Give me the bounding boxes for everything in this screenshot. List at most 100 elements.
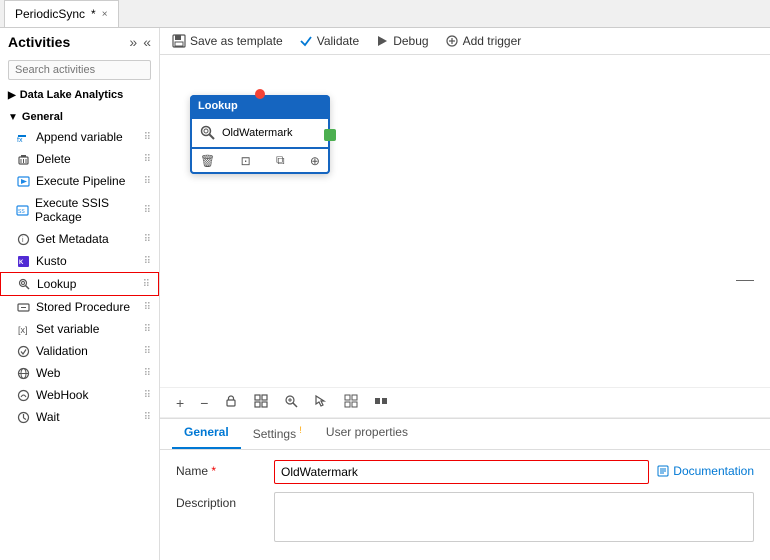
zoom-region-button[interactable] [280,392,302,413]
description-input[interactable] [274,492,754,542]
select-icon [314,394,328,408]
tab-general[interactable]: General [172,419,241,449]
sidebar: Activities » « ▶ Data Lake Analytics ▼ G… [0,28,160,560]
clone-node-icon[interactable]: ⊡ [241,154,251,168]
debug-button[interactable]: Debug [375,34,428,48]
node-actions: 🗑 ⊡ ⧉ ⊕ [190,149,330,174]
sidebar-item-delete[interactable]: Delete ⠿ [0,148,159,170]
sidebar-item-append-variable[interactable]: fx Append variable ⠿ [0,126,159,148]
grid-button[interactable] [340,392,362,413]
drag-handle: ⠿ [144,302,151,313]
svg-text:i: i [22,237,24,244]
copy-node-icon[interactable]: ⧉ [276,153,285,168]
tab-user-properties-label: User properties [326,425,408,439]
zoom-in-button[interactable]: + [172,393,188,413]
search-input[interactable] [8,60,151,80]
svg-text:K: K [19,260,24,266]
delete-icon [16,152,30,166]
sidebar-item-set-variable[interactable]: [x] Set variable ⠿ [0,318,159,340]
group-data-lake-header[interactable]: ▶ Data Lake Analytics [0,86,159,104]
snap-button[interactable] [370,392,392,413]
sidebar-item-lookup[interactable]: Lookup ⠿ [0,272,159,296]
svg-text:[x]: [x] [18,325,28,335]
sidebar-content: ▶ Data Lake Analytics ▼ General fx Appen… [0,84,159,560]
save-template-button[interactable]: Save as template [172,34,283,48]
tab-general-label: General [184,425,229,439]
kusto-icon: K [16,254,30,268]
collapse-icon[interactable]: « [143,34,151,50]
pin-icon[interactable]: » [129,34,137,50]
name-row: Name * Documentation [176,460,754,484]
sidebar-item-label: Set variable [36,322,99,336]
sidebar-item-execute-ssis[interactable]: SS Execute SSIS Package ⠿ [0,192,159,228]
sidebar-item-stored-procedure[interactable]: Stored Procedure ⠿ [0,296,159,318]
node-lookup-icon [200,125,216,141]
node-port-right[interactable] [324,129,336,141]
canvas[interactable]: Lookup OldWatermark 🗑 ⊡ ⧉ ⊕ [160,55,770,387]
activity-node-lookup[interactable]: Lookup OldWatermark 🗑 ⊡ ⧉ ⊕ [190,95,330,174]
set-variable-icon: [x] [16,322,30,336]
validate-label: Validate [317,34,359,48]
name-input[interactable] [274,460,649,484]
sidebar-item-kusto[interactable]: K Kusto ⠿ [0,250,159,272]
sidebar-item-validation[interactable]: Validation ⠿ [0,340,159,362]
snap-icon [374,394,388,408]
select-button[interactable] [310,392,332,413]
documentation-link[interactable]: Documentation [657,460,754,478]
canvas-toolbar: + − [160,387,770,418]
execute-pipeline-icon [16,174,30,188]
sidebar-item-webhook[interactable]: WebHook ⠿ [0,384,159,406]
sidebar-item-label: Lookup [37,277,76,291]
stored-procedure-icon [16,300,30,314]
sidebar-item-web[interactable]: Web ⠿ [0,362,159,384]
validation-icon [16,344,30,358]
fit-icon [254,394,268,408]
drag-handle: ⠿ [144,390,151,401]
tab-close-button[interactable]: × [102,9,108,20]
debug-label: Debug [393,34,428,48]
connect-node-icon[interactable]: ⊕ [310,154,320,168]
sidebar-item-label: Append variable [36,130,123,144]
node-port-top[interactable] [255,89,265,99]
delete-node-icon[interactable]: 🗑 [200,154,215,168]
sidebar-item-execute-pipeline[interactable]: Execute Pipeline ⠿ [0,170,159,192]
group-general-label: General [22,111,63,123]
properties-tabs: General Settings ! User properties [160,419,770,450]
sidebar-item-wait[interactable]: Wait ⠿ [0,406,159,428]
settings-badge: ! [299,425,302,435]
drag-handle: ⠿ [144,132,151,143]
validate-button[interactable]: Validate [299,34,359,48]
drag-handle: ⠿ [144,412,151,423]
sidebar-item-label: Delete [36,152,71,166]
drag-handle: ⠿ [144,154,151,165]
group-arrow-icon: ▶ [8,90,16,101]
tab-settings-label: Settings [253,427,296,441]
sidebar-header: Activities » « [0,28,159,56]
tab-title: PeriodicSync [15,7,85,21]
sidebar-item-get-metadata[interactable]: i Get Metadata ⠿ [0,228,159,250]
group-label: Data Lake Analytics [20,89,124,101]
fit-canvas-button[interactable] [250,392,272,413]
description-label: Description [176,492,266,510]
sidebar-item-label: Web [36,366,60,380]
webhook-icon [16,388,30,402]
sidebar-item-label: Execute SSIS Package [35,196,144,224]
properties-content: Name * Documentation Description [160,450,770,560]
validate-icon [299,34,313,48]
tab-settings[interactable]: Settings ! [241,419,314,449]
sidebar-item-label: WebHook [36,388,88,402]
group-data-lake: ▶ Data Lake Analytics [0,84,159,106]
tab-user-properties[interactable]: User properties [314,419,420,449]
tab-periodic-sync[interactable]: PeriodicSync * × [4,0,119,27]
node-name-label: OldWatermark [222,127,293,139]
drag-handle: ⠿ [144,324,151,335]
zoom-out-button[interactable]: − [196,393,212,413]
add-trigger-button[interactable]: Add trigger [445,34,522,48]
group-general-header[interactable]: ▼ General [0,108,159,126]
svg-text:SS: SS [18,209,25,215]
toolbar: Save as template Validate Debug Add trig… [160,28,770,55]
lock-button[interactable] [220,392,242,413]
content-area: Save as template Validate Debug Add trig… [160,28,770,560]
collapse-line [736,280,754,281]
required-indicator: * [211,464,216,478]
